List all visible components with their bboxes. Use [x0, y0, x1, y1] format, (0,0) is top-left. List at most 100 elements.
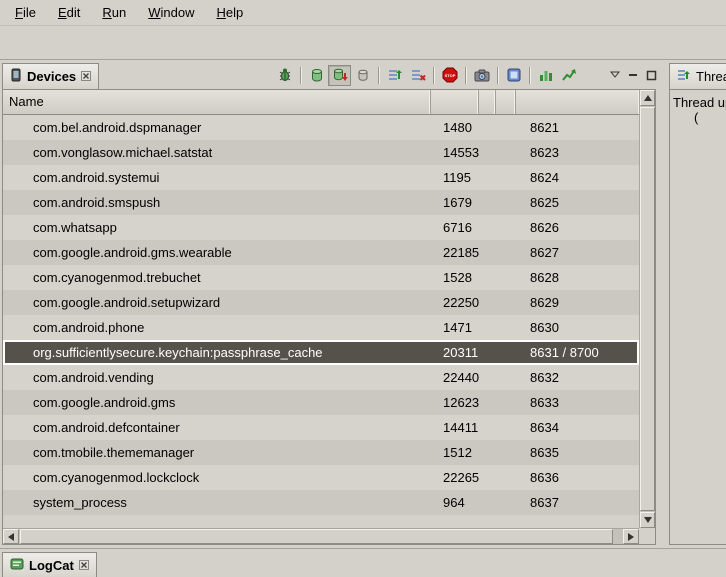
table-header[interactable]: Name [3, 90, 639, 115]
logcat-icon [10, 557, 24, 574]
threads-tab-label: Threa [696, 69, 726, 84]
process-pid: 14553 [431, 145, 479, 160]
process-port: 8625 [516, 195, 639, 210]
scroll-left-arrow[interactable] [3, 529, 19, 544]
process-port: 8627 [516, 245, 639, 260]
process-port: 8634 [516, 420, 639, 435]
process-pid: 1512 [431, 445, 479, 460]
process-port: 8631 / 8700 [516, 345, 639, 360]
process-row[interactable]: com.android.smspush16798625 [3, 190, 639, 215]
logcat-bar: LogCat [0, 548, 726, 577]
process-port: 8629 [516, 295, 639, 310]
column-header-pid[interactable] [431, 90, 479, 114]
column-header-name[interactable]: Name [3, 90, 431, 114]
process-row[interactable]: com.android.vending224408632 [3, 365, 639, 390]
process-row[interactable]: com.tmobile.thememanager15128635 [3, 440, 639, 465]
line-chart-icon[interactable] [557, 65, 580, 86]
process-pid: 22440 [431, 370, 479, 385]
process-name: system_process [3, 495, 431, 510]
process-name: com.android.phone [3, 320, 431, 335]
process-pid: 20311 [431, 345, 479, 360]
process-port: 8637 [516, 495, 639, 510]
process-row[interactable]: com.android.systemui11958624 [3, 165, 639, 190]
process-name: org.sufficientlysecure.keychain:passphra… [3, 345, 431, 360]
threads-panel: Threa Thread up ( [669, 61, 726, 548]
toolbar-area [0, 26, 726, 60]
update-threads-icon[interactable] [383, 65, 406, 86]
menu-bar: FileEditRunWindowHelp [0, 0, 726, 26]
menu-file[interactable]: File [4, 2, 47, 23]
scroll-right-arrow[interactable] [623, 529, 639, 544]
process-row[interactable]: com.google.android.setupwizard222508629 [3, 290, 639, 315]
column-header-empty2[interactable] [496, 90, 516, 114]
process-pid: 1471 [431, 320, 479, 335]
tab-logcat[interactable]: LogCat [2, 552, 97, 577]
debug-icon[interactable] [273, 65, 296, 86]
menu-edit[interactable]: Edit [47, 2, 91, 23]
process-name: com.tmobile.thememanager [3, 445, 431, 460]
devices-toolbar: STOP [273, 61, 664, 89]
maximize-icon[interactable] [642, 66, 660, 84]
process-pid: 1528 [431, 270, 479, 285]
process-row[interactable]: com.android.defcontainer144118634 [3, 415, 639, 440]
process-pid: 12623 [431, 395, 479, 410]
process-port: 8636 [516, 470, 639, 485]
close-icon[interactable] [81, 69, 91, 84]
menu-window[interactable]: Window [137, 2, 205, 23]
process-row[interactable]: system_process9648637 [3, 490, 639, 515]
process-pid: 6716 [431, 220, 479, 235]
process-pid: 1195 [431, 170, 479, 185]
threads-message-line2: ( [670, 110, 726, 125]
process-port: 8632 [516, 370, 639, 385]
process-row[interactable]: com.google.android.gms.wearable22185 8627 [3, 240, 639, 265]
process-name: com.google.android.setupwizard [3, 295, 431, 310]
update-heap-icon[interactable] [305, 65, 328, 86]
process-row[interactable]: com.bel.android.dspmanager14808621 [3, 115, 639, 140]
horizontal-scroll-thumb[interactable] [20, 529, 613, 544]
process-name: com.vonglasow.michael.satstat [3, 145, 431, 160]
scroll-down-arrow[interactable] [640, 512, 655, 528]
menu-help[interactable]: Help [205, 2, 254, 23]
view-menu-icon[interactable] [606, 66, 624, 84]
vertical-scroll-thumb[interactable] [640, 107, 655, 511]
horizontal-scrollbar[interactable] [3, 528, 639, 544]
process-row[interactable]: com.android.phone14718630 [3, 315, 639, 340]
process-row[interactable]: com.google.android.gms12623 8633 [3, 390, 639, 415]
process-name: com.google.android.gms [3, 395, 431, 410]
screen-capture-icon[interactable] [470, 65, 493, 86]
cause-gc-icon[interactable] [351, 65, 374, 86]
process-row[interactable]: com.cyanogenmod.trebuchet1528 8628 [3, 265, 639, 290]
dump-hprof-icon[interactable] [328, 65, 351, 86]
threads-tabrow: Threa [669, 61, 726, 89]
scrollbar-corner [639, 528, 655, 544]
method-profiling-icon[interactable] [406, 65, 429, 86]
column-chart-icon[interactable] [534, 65, 557, 86]
process-name: com.google.android.gms.wearable [3, 245, 431, 260]
process-pid: 22185 [431, 245, 479, 260]
process-row[interactable]: org.sufficientlysecure.keychain:passphra… [3, 340, 639, 365]
stop-process-icon[interactable]: STOP [438, 65, 461, 86]
screen-record-icon[interactable] [502, 65, 525, 86]
close-icon[interactable] [79, 558, 89, 573]
process-row[interactable]: com.vonglasow.michael.satstat145538623 [3, 140, 639, 165]
logcat-tab-label: LogCat [29, 558, 74, 573]
tab-threads[interactable]: Threa [669, 63, 726, 89]
devices-tab-label: Devices [27, 69, 76, 84]
process-row[interactable]: com.whatsapp67168626 [3, 215, 639, 240]
process-port: 8621 [516, 120, 639, 135]
tab-devices[interactable]: Devices [2, 63, 99, 89]
vertical-scrollbar[interactable] [639, 90, 655, 528]
process-row[interactable]: com.cyanogenmod.lockclock222658636 [3, 465, 639, 490]
main-area: Devices [0, 61, 726, 548]
column-header-port[interactable] [516, 90, 639, 114]
process-rows: com.bel.android.dspmanager14808621com.vo… [3, 115, 639, 528]
process-port: 8633 [516, 395, 639, 410]
scroll-up-arrow[interactable] [640, 90, 655, 106]
column-header-empty1[interactable] [479, 90, 496, 114]
minimize-icon[interactable] [624, 66, 642, 84]
process-name: com.cyanogenmod.trebuchet [3, 270, 431, 285]
process-port: 8626 [516, 220, 639, 235]
process-port: 8628 [516, 270, 639, 285]
menu-run[interactable]: Run [91, 2, 137, 23]
threads-icon [677, 68, 691, 85]
